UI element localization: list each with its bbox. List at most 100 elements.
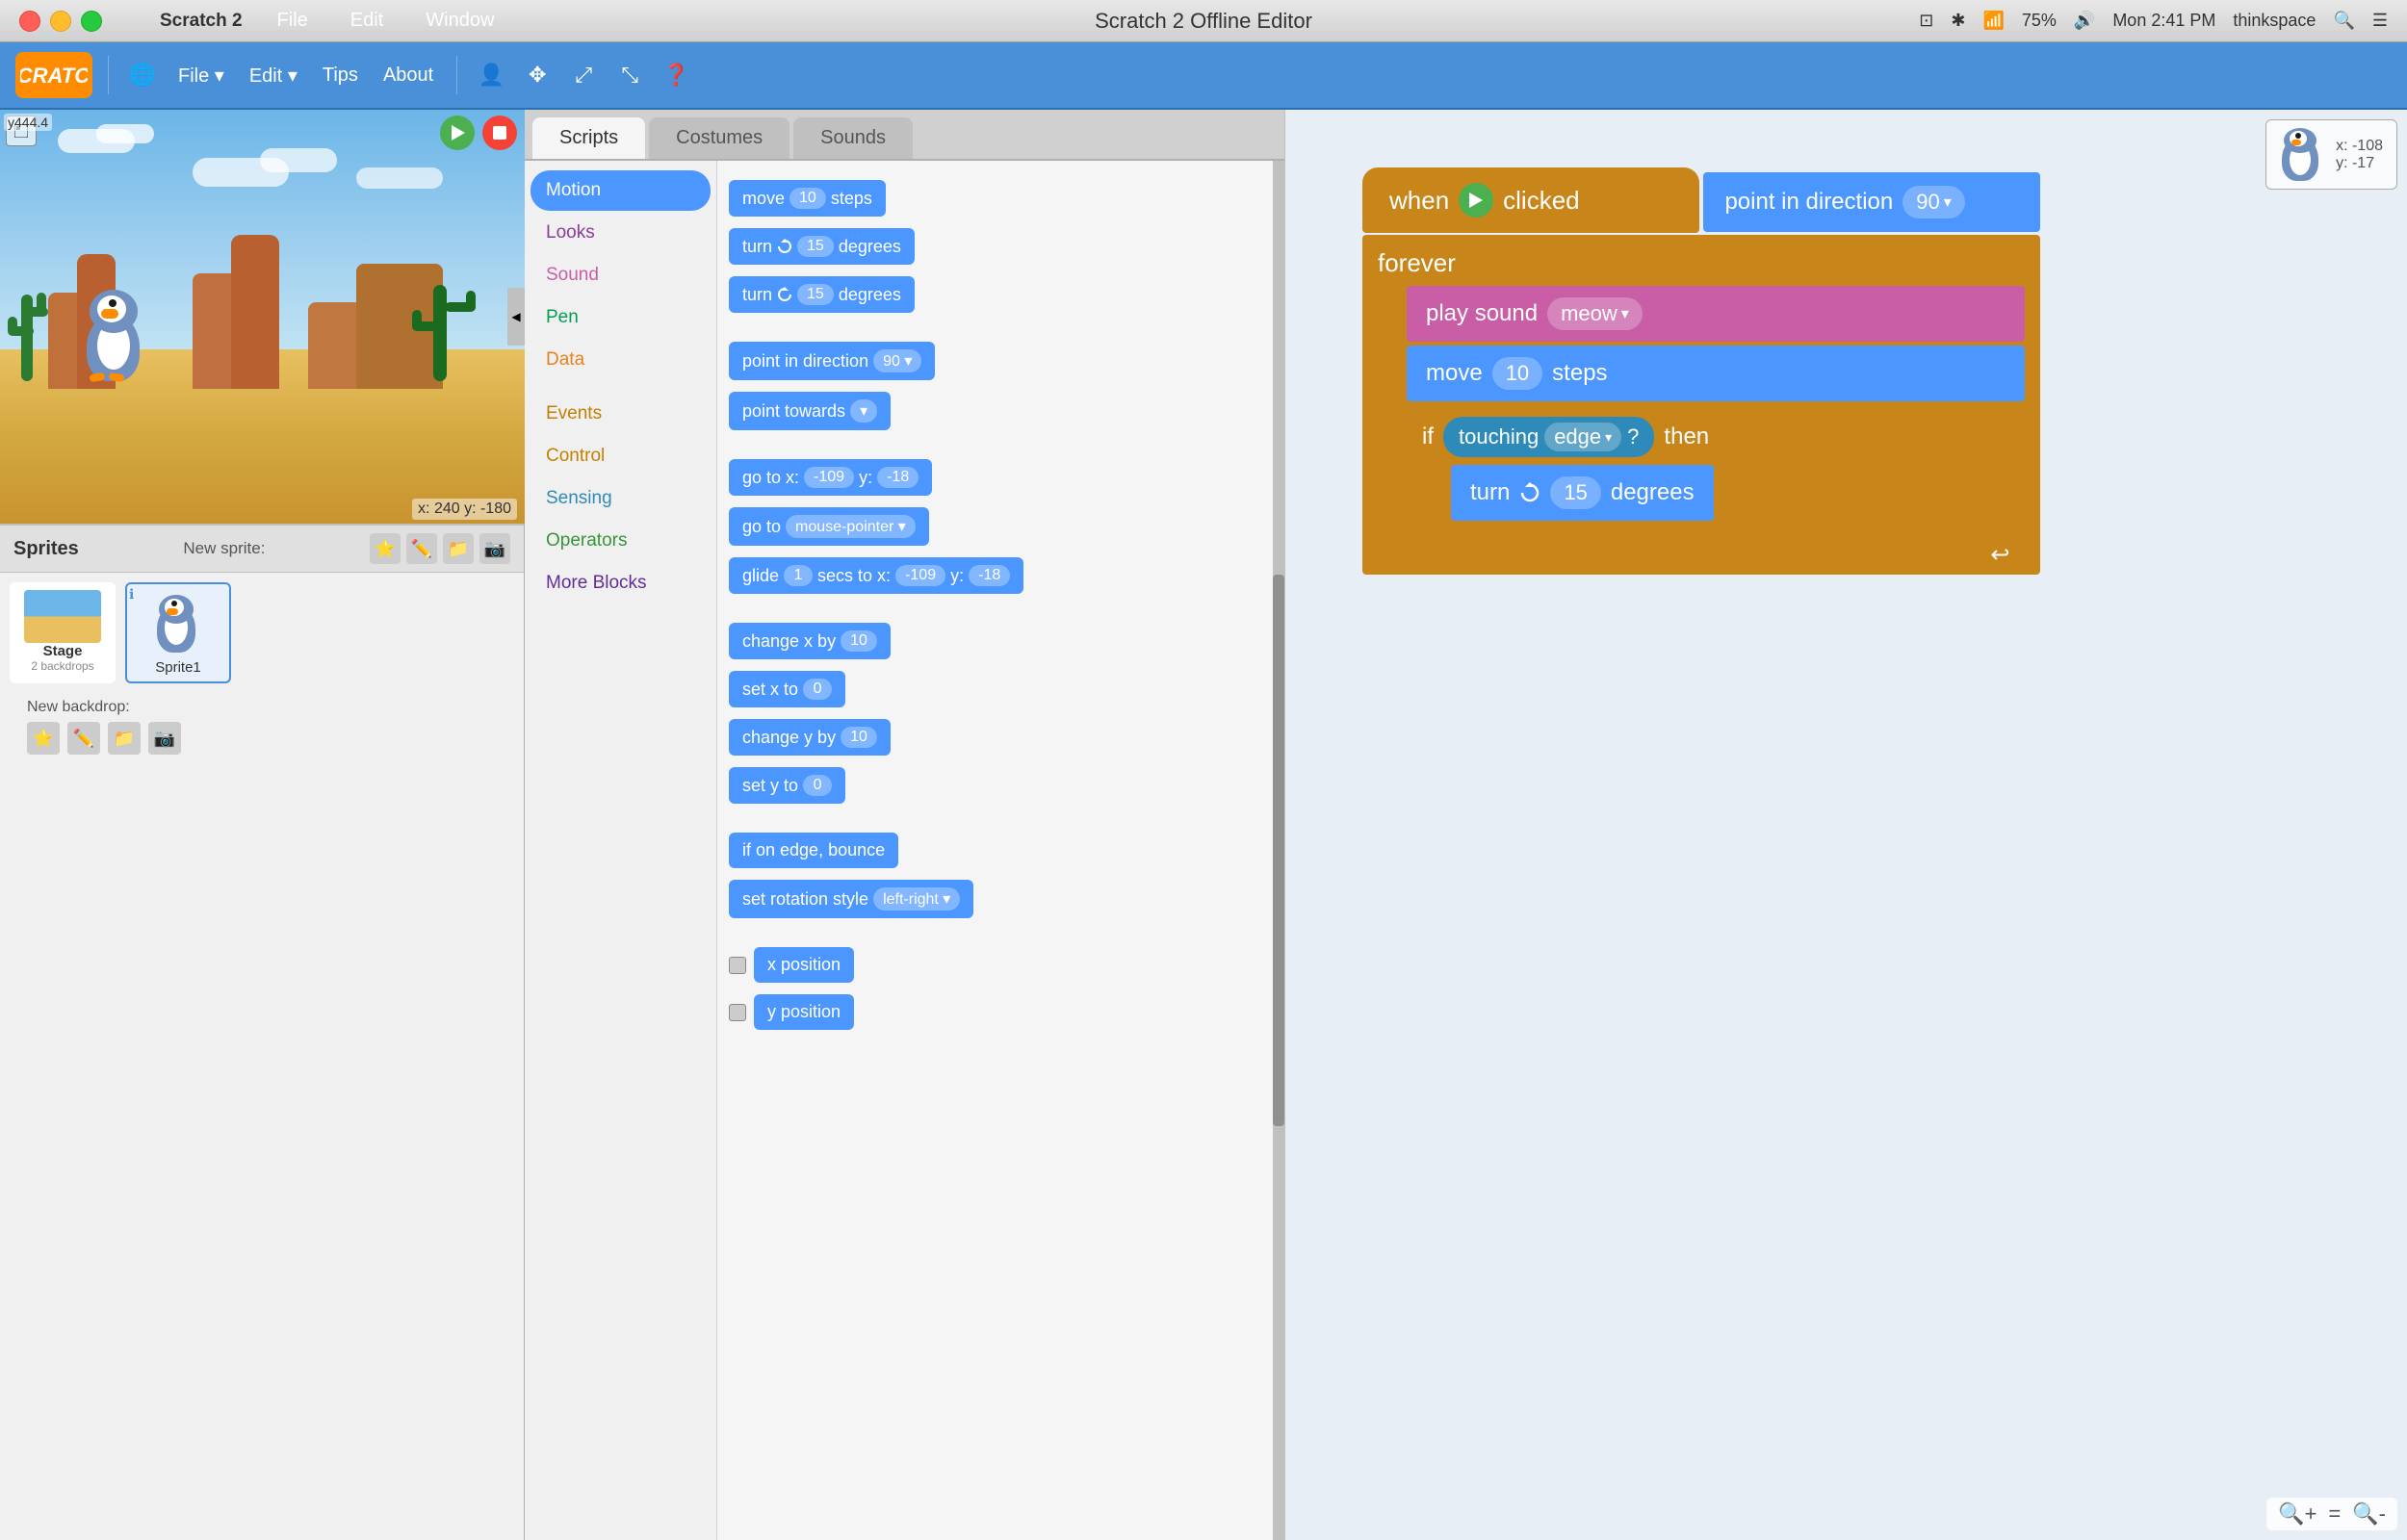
new-sprite-paint-button[interactable]: ⭐ <box>370 533 401 564</box>
new-backdrop-label: New backdrop: <box>13 699 510 722</box>
edge-dropdown[interactable]: edge ▾ <box>1544 423 1621 451</box>
block-change-x[interactable]: change x by 10 <box>727 619 1263 663</box>
block-rotation-style[interactable]: set rotation style left-right ▾ <box>727 876 1263 922</box>
cat-motion[interactable]: Motion <box>531 170 711 211</box>
block-categories: Motion Looks Sound Pen Data Events Contr… <box>525 161 717 1540</box>
menu-window[interactable]: Window <box>418 6 502 36</box>
tab-bar: Scripts Costumes Sounds <box>525 110 1284 161</box>
sprite-x-coord: x: -108 <box>2336 138 2383 155</box>
cat-pen[interactable]: Pen <box>531 297 711 338</box>
scripts-area: x: -108 y: -17 when clicked point in dir… <box>1285 110 2407 1540</box>
move-steps-block[interactable]: move 10 steps <box>1407 346 2025 401</box>
mac-titlebar: Scratch 2 File Edit Window Scratch 2 Off… <box>0 0 2407 42</box>
block-turn-ccw[interactable]: turn 15 degrees <box>727 272 1263 317</box>
block-x-position[interactable]: x position <box>727 943 1263 987</box>
stage-sprite-item[interactable]: Stage 2 backdrops <box>10 582 116 683</box>
menu-file[interactable]: File <box>270 6 316 36</box>
stop-button[interactable] <box>482 116 517 150</box>
backdrop-draw-btn[interactable]: ✏️ <box>67 722 100 755</box>
zoom-in-button[interactable]: 🔍+ <box>2274 1502 2320 1527</box>
new-sprite-upload-button[interactable]: 📁 <box>443 533 474 564</box>
tab-sounds[interactable]: Sounds <box>793 117 913 159</box>
then-label: then <box>1664 424 1709 450</box>
cat-more-blocks[interactable]: More Blocks <box>531 563 711 603</box>
sprite-y-coord: y: -17 <box>2336 155 2383 172</box>
scrollbar-thumb[interactable] <box>1273 575 1284 1126</box>
backdrop-paint-btn[interactable]: ⭐ <box>27 722 60 755</box>
person-icon[interactable]: 👤 <box>473 57 509 93</box>
question-mark: ? <box>1627 424 1639 449</box>
expand-icon[interactable]: ⤢ <box>565 57 602 93</box>
cat-control[interactable]: Control <box>531 436 711 476</box>
block-set-x[interactable]: set x to 0 <box>727 667 1263 711</box>
stage-scroll-arrow[interactable]: ◀ <box>507 288 525 346</box>
block-point-towards[interactable]: point towards ▾ <box>727 388 1263 434</box>
check-icon[interactable] <box>729 957 746 974</box>
new-sprite-draw-button[interactable]: ✏️ <box>406 533 437 564</box>
close-button[interactable] <box>19 11 40 32</box>
forever-block[interactable]: forever play sound meow▾ move 10 ste <box>1362 235 2040 575</box>
menu-icon[interactable]: ☰ <box>2372 11 2388 31</box>
backdrop-upload-btn[interactable]: 📁 <box>108 722 141 755</box>
help-icon[interactable]: ❓ <box>658 57 694 93</box>
minimize-button[interactable] <box>50 11 71 32</box>
hat-block[interactable]: when clicked <box>1362 167 1699 233</box>
block-glide[interactable]: glide 1 secs to x: -109 y: -18 <box>727 553 1263 598</box>
block-y-position[interactable]: y position <box>727 990 1263 1034</box>
green-flag-button[interactable] <box>440 116 475 150</box>
check-icon2[interactable] <box>729 1004 746 1021</box>
new-sprite-camera-button[interactable]: 📷 <box>479 533 510 564</box>
globe-icon[interactable]: 🌐 <box>124 57 161 93</box>
backdrop-area: New backdrop: ⭐ ✏️ 📁 📷 <box>0 693 524 770</box>
sprite-info-icon[interactable]: ℹ <box>129 586 134 603</box>
cat-operators[interactable]: Operators <box>531 521 711 561</box>
tab-costumes[interactable]: Costumes <box>649 117 789 159</box>
checkbox-y-pos[interactable]: y position <box>729 994 854 1030</box>
menu-tips[interactable]: Tips <box>315 61 366 90</box>
if-block[interactable]: if touching edge ▾ ? then <box>1407 405 2025 546</box>
zoom-reset-button[interactable]: = <box>2324 1502 2344 1527</box>
sprite-info-box: x: -108 y: -17 <box>2265 119 2397 190</box>
maximize-button[interactable] <box>81 11 102 32</box>
block-turn-cw[interactable]: turn 15 degrees <box>727 224 1263 269</box>
menu-edit[interactable]: Edit <box>343 6 391 36</box>
block-set-y[interactable]: set y to 0 <box>727 763 1263 808</box>
stage-y-coord-label: y444.4 <box>4 114 52 131</box>
point-direction-block[interactable]: point in direction 90▾ <box>1703 172 2040 232</box>
block-change-y[interactable]: change y by 10 <box>727 715 1263 759</box>
shrink-icon[interactable]: ⤡ <box>611 57 648 93</box>
cat-sound[interactable]: Sound <box>531 255 711 295</box>
block-go-to[interactable]: go to mouse-pointer ▾ <box>727 503 1263 550</box>
cat-events[interactable]: Events <box>531 394 711 434</box>
play-sound-block[interactable]: play sound meow▾ <box>1407 286 2025 342</box>
menu-file-scratch[interactable]: File ▾ <box>170 60 232 91</box>
turn-degrees-block[interactable]: turn 15 degrees <box>1451 465 1714 521</box>
cat-sensing[interactable]: Sensing <box>531 478 711 519</box>
sprite-penguin[interactable] <box>82 290 149 381</box>
if-label: if <box>1422 424 1434 450</box>
sound-dropdown[interactable]: meow▾ <box>1547 297 1643 330</box>
zoom-out-button[interactable]: 🔍- <box>2348 1502 2390 1527</box>
degrees-oval[interactable]: 15 <box>1550 476 1600 509</box>
steps-oval[interactable]: 10 <box>1492 357 1542 390</box>
menu-edit-scratch[interactable]: Edit ▾ <box>242 60 305 91</box>
block-move[interactable]: move 10 steps <box>727 176 1263 220</box>
cloud4 <box>260 148 337 172</box>
cat-data[interactable]: Data <box>531 340 711 380</box>
cat-looks[interactable]: Looks <box>531 213 711 253</box>
mac-status-bar: ⊡ ✱ 📶 75% 🔊 Mon 2:41 PM thinkspace 🔍 ☰ <box>1919 11 2388 31</box>
block-if-edge[interactable]: if on edge, bounce <box>727 829 1263 872</box>
block-go-to-xy[interactable]: go to x: -109 y: -18 <box>727 455 1263 500</box>
checkbox-x-pos[interactable]: x position <box>729 947 854 983</box>
backdrop-camera-btn[interactable]: 📷 <box>148 722 181 755</box>
block-point-direction[interactable]: point in direction 90 ▾ <box>727 338 1263 384</box>
direction-dropdown[interactable]: 90▾ <box>1902 186 1965 218</box>
menu-about[interactable]: About <box>375 61 441 90</box>
touching-block[interactable]: touching edge ▾ ? <box>1443 417 1654 457</box>
search-icon[interactable]: 🔍 <box>2333 11 2354 31</box>
sprite1-item[interactable]: ℹ Sprite1 <box>125 582 231 683</box>
cursor-icon[interactable]: ✥ <box>519 57 556 93</box>
tab-scripts[interactable]: Scripts <box>532 117 645 159</box>
sprites-list: Stage 2 backdrops ℹ <box>0 573 524 693</box>
block-list-scrollbar[interactable] <box>1273 161 1284 1540</box>
